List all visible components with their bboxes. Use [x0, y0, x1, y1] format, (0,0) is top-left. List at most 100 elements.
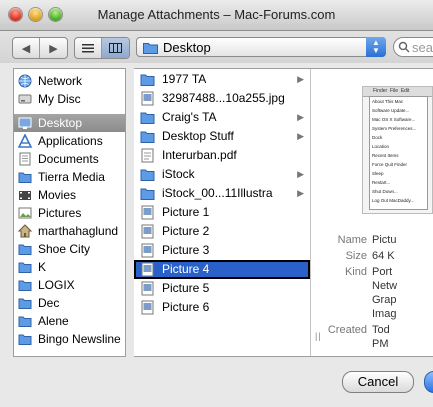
file-item[interactable]: Picture 6	[134, 298, 310, 317]
preview-menu-item: Recent Items	[372, 153, 399, 158]
disclosure-arrow-icon: ▶	[297, 188, 304, 198]
preview-menu-title: Edit	[400, 88, 410, 94]
search-field[interactable]: sea	[393, 37, 433, 57]
info-label: Kind	[344, 266, 367, 278]
chevron-updown-icon: ▲ ▼	[366, 37, 386, 57]
location-label: Desktop	[163, 40, 211, 55]
column-resize-handle[interactable]: ||	[315, 331, 322, 341]
preview-menu-item: Dock	[372, 135, 383, 140]
back-arrow-icon[interactable]: ◀	[13, 38, 40, 58]
file-item[interactable]: Craig's TA ▶	[134, 108, 310, 127]
dialog-window: Manage Attachments – Mac-Forums.com ◀ ▶ …	[0, 0, 433, 407]
file-item[interactable]: Picture 2	[134, 222, 310, 241]
preview-menu-item: Sleep	[372, 171, 384, 176]
info-value: Grap	[372, 294, 397, 306]
sidebar-item-k[interactable]: K	[14, 258, 125, 276]
view-switcher	[74, 37, 130, 59]
sidebar-item-applications[interactable]: Applications	[14, 132, 125, 150]
sidebar-item-shoe-city[interactable]: Shoe City	[14, 240, 125, 258]
sidebar-item-movies[interactable]: Movies	[14, 186, 125, 204]
file-item[interactable]: Picture 5	[134, 279, 310, 298]
sidebar-item-network[interactable]: Network	[14, 72, 125, 90]
sidebar-item-dec[interactable]: Dec	[14, 294, 125, 312]
sidebar-item-label: Shoe City	[38, 242, 91, 256]
applications-icon	[18, 134, 32, 148]
disclosure-arrow-icon: ▶	[297, 74, 304, 84]
sidebar-item-label: LOGIX	[38, 278, 75, 292]
sidebar-item-my-disc[interactable]: My Disc	[14, 90, 125, 108]
image-file-icon	[141, 224, 154, 239]
file-name: Picture 5	[162, 281, 210, 295]
info-label: Created	[327, 324, 367, 336]
column-browser: 1977 TA ▶ 32987488...10a255.jpg Craig's …	[134, 68, 433, 357]
sidebar-item-alene[interactable]: Alene	[14, 312, 125, 330]
file-item[interactable]: 1977 TA ▶	[134, 70, 310, 89]
file-name: iStock_00...11Illustra	[162, 186, 273, 200]
file-name: Interurban.pdf	[162, 148, 237, 162]
sidebar-item-home[interactable]: marthahaglund	[14, 222, 125, 240]
sidebar-item-bingo-newsline[interactable]: Bingo Newsline	[14, 330, 125, 348]
folder-icon	[140, 112, 155, 124]
file-preview: Finder File Edit About This Mac Software…	[362, 86, 433, 214]
file-item[interactable]: Picture 3	[134, 241, 310, 260]
info-value: 64 K	[372, 250, 395, 262]
preview-menu-item: Restart...	[372, 180, 391, 185]
history-navigation: ◀ ▶	[12, 37, 68, 59]
sidebar-item-label: Desktop	[38, 116, 83, 130]
file-item[interactable]: Picture 1	[134, 203, 310, 222]
preview-menu-item: About This Mac	[372, 99, 404, 104]
preview-menu-title: Finder	[373, 88, 388, 94]
location-popup[interactable]: Desktop ▲ ▼	[136, 37, 386, 57]
documents-icon	[19, 152, 31, 166]
preview-menu-item: System Preferences...	[372, 126, 417, 131]
file-name: Picture 3	[162, 243, 210, 257]
info-value: PM	[372, 338, 389, 350]
desktop-icon	[18, 117, 32, 129]
file-item-selected[interactable]: Picture 4	[134, 260, 310, 279]
title-bar: Manage Attachments – Mac-Forums.com	[0, 0, 433, 31]
file-name: iStock	[162, 167, 195, 181]
cancel-button[interactable]: Cancel	[342, 371, 414, 393]
sidebar-item-label: My Disc	[38, 92, 81, 106]
image-file-icon	[141, 205, 154, 220]
preview-menu-title: File	[389, 88, 399, 94]
disclosure-arrow-icon: ▶	[297, 112, 304, 122]
disclosure-arrow-icon: ▶	[297, 131, 304, 141]
sidebar-item-label: marthahaglund	[38, 224, 119, 238]
image-file-icon	[141, 281, 154, 296]
file-name: Picture 1	[162, 205, 210, 219]
info-label: Size	[345, 250, 367, 262]
info-value: Port	[372, 266, 393, 278]
image-file-icon	[141, 243, 154, 258]
open-button[interactable]	[424, 371, 433, 393]
image-file-icon	[141, 262, 154, 277]
folder-icon	[18, 280, 32, 291]
file-item[interactable]: iStock_00...11Illustra ▶	[134, 184, 310, 203]
sidebar-item-documents[interactable]: Documents	[14, 150, 125, 168]
file-name: Picture 6	[162, 300, 210, 314]
file-item[interactable]: Interurban.pdf	[134, 146, 310, 165]
column-view-icon[interactable]	[102, 38, 129, 58]
file-item[interactable]: iStock ▶	[134, 165, 310, 184]
file-item[interactable]: 32987488...10a255.jpg	[134, 89, 310, 108]
disclosure-arrow-icon: ▶	[297, 169, 304, 179]
folder-icon	[18, 244, 32, 255]
sidebar-item-pictures[interactable]: Pictures	[14, 204, 125, 222]
file-column: 1977 TA ▶ 32987488...10a255.jpg Craig's …	[134, 69, 311, 356]
sidebar-item-tierra-media[interactable]: Tierra Media	[14, 168, 125, 186]
file-name: Desktop Stuff	[162, 129, 234, 143]
sidebar-item-label: Tierra Media	[38, 170, 105, 184]
sidebar-item-desktop[interactable]: Desktop	[14, 114, 125, 132]
sidebar-item-logix[interactable]: LOGIX	[14, 276, 125, 294]
folder-icon	[18, 262, 32, 273]
file-item[interactable]: Desktop Stuff ▶	[134, 127, 310, 146]
info-label: Name	[337, 234, 367, 246]
search-icon	[398, 41, 410, 53]
folder-icon	[18, 334, 32, 345]
sidebar-item-label: Pictures	[38, 206, 82, 220]
forward-arrow-icon[interactable]: ▶	[40, 38, 67, 58]
preview-menu-item: Shut Down...	[372, 189, 398, 194]
movies-icon	[19, 191, 31, 200]
toolbar: ◀ ▶ Desktop ▲ ▼ sea	[0, 31, 433, 63]
list-view-icon[interactable]	[75, 38, 102, 58]
